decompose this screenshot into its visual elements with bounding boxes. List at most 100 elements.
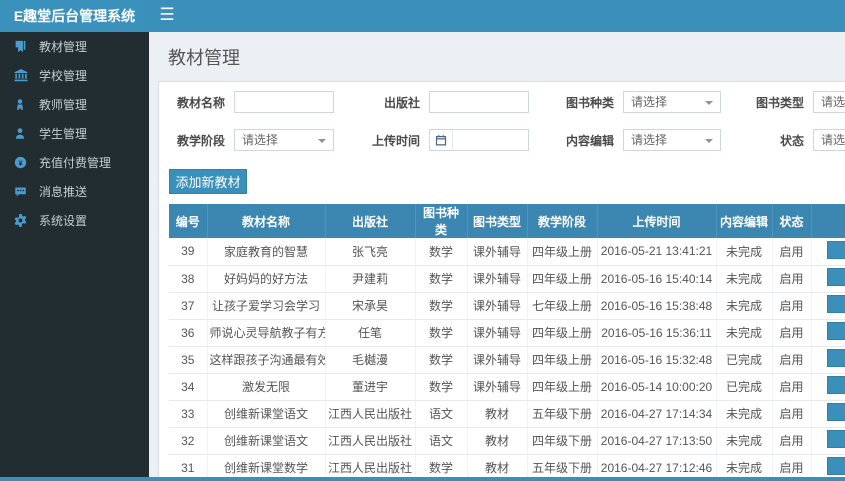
upload-time-input[interactable] — [453, 130, 528, 150]
teaching-stage-value: 请选择 — [242, 133, 279, 147]
table-header-cell: 教材名称 — [207, 204, 326, 238]
table-cell: 未完成 — [716, 400, 773, 428]
message-icon — [14, 185, 30, 198]
table-cell: 启用 — [772, 238, 812, 266]
table-cell: 2016-04-27 17:14:34 — [597, 400, 717, 428]
sidebar-item-school-management[interactable]: 学校管理 — [0, 61, 149, 90]
sidebar-item-student-management[interactable]: 学生管理 — [0, 119, 149, 148]
table-action-cell — [811, 346, 845, 374]
row-action-button[interactable] — [827, 349, 845, 367]
table-header-cell: 图书类型 — [467, 204, 528, 238]
table-cell: 数学 — [415, 292, 468, 320]
table-cell: 四年级上册 — [527, 238, 598, 266]
table-header-cell — [811, 204, 845, 238]
table-cell: 江西人民出版社 — [325, 400, 416, 428]
table-cell: 课外辅导 — [467, 265, 528, 293]
status-select[interactable]: 请选择 — [813, 129, 845, 151]
topbar: E趣堂后台管理系统 ☰ — [0, 0, 845, 32]
sidebar-item-system-settings[interactable]: 系统设置 — [0, 206, 149, 235]
sidebar-item-teacher-management[interactable]: 教师管理 — [0, 90, 149, 119]
table-cell: 数学 — [415, 238, 468, 266]
publisher-label: 出版社 — [383, 95, 420, 110]
table-cell: 好妈妈的好方法 — [207, 265, 326, 293]
book-category-label: 图书种类 — [565, 95, 614, 110]
page-title: 教材管理 — [168, 48, 240, 68]
sidebar-item-payment-management[interactable]: ¥ 充值付费管理 — [0, 148, 149, 177]
main-content: 教材管理 教材名称 出版社 图书种类 请选择 图书类型 请选择 — [149, 32, 845, 481]
sidebar-item-message-push[interactable]: 消息推送 — [0, 177, 149, 206]
table-header-cell: 教学阶段 — [527, 204, 598, 238]
table-cell: 语文 — [415, 400, 468, 428]
chevron-down-icon — [318, 139, 326, 143]
table-row: 38 好妈妈的好方法 尹建莉 数学 课外辅导 四年级上册 2016-05-16 15:40:… — [169, 265, 845, 293]
sidebar-item-label: 教师管理 — [39, 98, 88, 112]
table-cell: 38 — [169, 265, 208, 293]
book-type-value: 请选择 — [821, 95, 845, 109]
table-cell: 未完成 — [716, 427, 773, 455]
table-cell: 家庭教育的智慧 — [207, 238, 326, 266]
table-cell: 让孩子爱学习会学习 — [207, 292, 326, 320]
row-action-button[interactable] — [827, 240, 845, 259]
add-textbook-button[interactable]: 添加新教材 — [169, 169, 247, 194]
table-cell: 创维新课堂语文 — [207, 400, 326, 428]
table-cell: 36 — [169, 319, 208, 347]
row-action-button[interactable] — [827, 403, 845, 421]
table-cell: 创维新课堂语文 — [207, 427, 326, 455]
table-cell: 已完成 — [716, 373, 773, 401]
book-type-select[interactable]: 请选择 — [813, 91, 845, 113]
calendar-icon — [430, 130, 453, 150]
table-cell: 已完成 — [716, 346, 773, 374]
table-cell: 未完成 — [716, 265, 773, 293]
table-row: 39 家庭教育的智慧 张飞亮 数学 课外辅导 四年级上册 2016-05-21 13:41:… — [169, 238, 845, 266]
horizontal-scrollbar[interactable] — [0, 477, 845, 481]
hamburger-menu-icon[interactable]: ☰ — [149, 0, 185, 32]
sidebar: 教材管理 学校管理 教师管理 学生管理 ¥ 充值付费管理 消息推送 系统设置 — [0, 32, 149, 481]
table-cell: 39 — [169, 238, 208, 266]
table-action-cell — [811, 373, 845, 401]
row-action-button[interactable] — [827, 457, 845, 475]
table-action-cell — [811, 400, 845, 428]
table-cell: 四年级下册 — [527, 427, 598, 455]
row-action-button[interactable] — [827, 376, 845, 394]
book-icon — [14, 40, 30, 53]
app-logo[interactable]: E趣堂后台管理系统 — [0, 0, 149, 32]
sidebar-item-label: 学生管理 — [39, 127, 88, 141]
table-cell: 34 — [169, 373, 208, 401]
table-cell: 四年级上册 — [527, 265, 598, 293]
table-cell: 2016-04-27 17:13:50 — [597, 427, 717, 455]
row-action-button[interactable] — [827, 322, 845, 340]
filter-form: 教材名称 出版社 图书种类 请选择 图书类型 请选择 教学阶段 — [159, 82, 845, 153]
table-body: 39 家庭教育的智慧 张飞亮 数学 课外辅导 四年级上册 2016-05-21 13:41:… — [169, 238, 845, 481]
content-edit-label: 内容编辑 — [565, 133, 614, 148]
table-cell: 数学 — [415, 346, 468, 374]
table-cell: 教材 — [467, 400, 528, 428]
student-icon — [14, 127, 30, 140]
table-cell: 33 — [169, 400, 208, 428]
table-cell: 2016-05-16 15:36:11 — [597, 319, 717, 347]
row-action-button[interactable] — [827, 430, 845, 448]
table-cell: 四年级上册 — [527, 319, 598, 347]
table-cell: 37 — [169, 292, 208, 320]
upload-time-label: 上传时间 — [371, 133, 420, 148]
content-edit-select[interactable]: 请选择 — [623, 129, 721, 151]
table-cell: 启用 — [772, 400, 812, 428]
teaching-stage-select[interactable]: 请选择 — [234, 129, 334, 151]
sidebar-item-textbook-management[interactable]: 教材管理 — [0, 32, 149, 61]
row-action-button[interactable] — [827, 295, 845, 313]
table-action-cell — [811, 292, 845, 320]
textbook-name-input[interactable] — [234, 91, 334, 113]
table-cell: 2016-05-14 10:00:20 — [597, 373, 717, 401]
teacher-icon — [14, 98, 30, 111]
table-cell: 宋承昊 — [325, 292, 416, 320]
table-header-row: 编号 教材名称 出版社 图书种类 图书类型 教学阶段 上传时间 内容编辑 状态 — [169, 204, 845, 238]
table-header-cell: 内容编辑 — [716, 204, 773, 238]
table-cell: 启用 — [772, 346, 812, 374]
row-action-button[interactable] — [827, 268, 845, 286]
table-cell: 数学 — [415, 265, 468, 293]
table-header-cell: 编号 — [169, 204, 208, 238]
teaching-stage-label: 教学阶段 — [176, 133, 225, 148]
book-type-label: 图书类型 — [755, 95, 804, 110]
publisher-input[interactable] — [429, 91, 529, 113]
book-category-select[interactable]: 请选择 — [623, 91, 721, 113]
sidebar-item-label: 消息推送 — [39, 185, 88, 199]
